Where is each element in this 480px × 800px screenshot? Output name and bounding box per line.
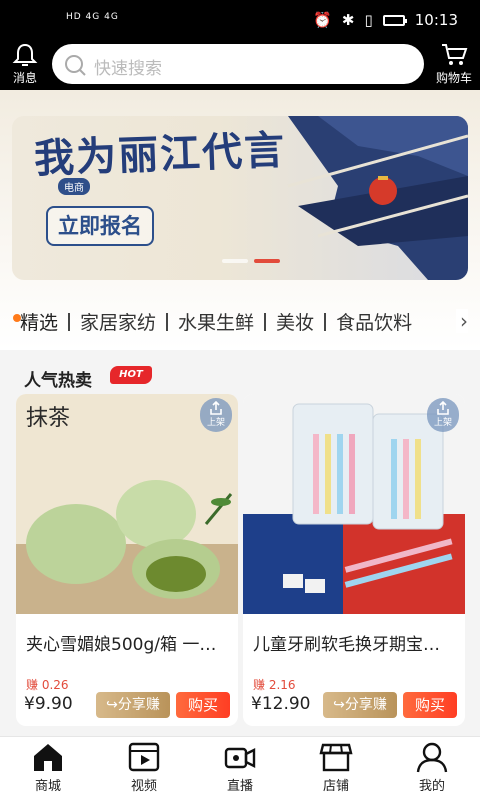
share-earn-button[interactable]: ↪分享赚 xyxy=(323,692,397,718)
product-name[interactable]: 夹心雪媚娘500g/箱 一… xyxy=(26,630,230,655)
share-label: 分享赚 xyxy=(117,697,160,713)
nav-live-label: 直播 xyxy=(226,778,253,793)
product-earn: 赚 0.26 xyxy=(26,678,69,692)
nav-store-label: 店铺 xyxy=(322,778,349,793)
upload-icon xyxy=(210,401,222,415)
home-icon xyxy=(34,744,62,771)
signup-button[interactable]: 立即报名 xyxy=(46,206,154,246)
hot-badge: HOT xyxy=(110,366,152,384)
cart-button[interactable]: 购物车 xyxy=(428,40,480,90)
nav-mine[interactable]: 我的 xyxy=(384,741,480,799)
bottom-nav: 商城 视频 直播 店铺 我的 xyxy=(0,736,480,800)
tab-fresh-fruit[interactable]: 水果生鲜 xyxy=(168,308,264,335)
product-price: ¥12.90 xyxy=(251,694,311,714)
vibrate-icon: ▯ xyxy=(364,11,373,29)
share-icon: ↪ xyxy=(106,697,118,713)
alarm-icon: ⏰ xyxy=(313,11,332,29)
category-tabs: 精选 家居家纺 水果生鲜 美妆 食品饮料 › xyxy=(0,296,480,350)
nav-mall[interactable]: 商城 xyxy=(0,741,96,799)
nav-video[interactable]: 视频 xyxy=(96,741,192,799)
nav-live[interactable]: 直播 xyxy=(192,741,288,799)
video-icon xyxy=(128,742,160,772)
shelf-label: 上架 xyxy=(206,418,225,428)
store-icon xyxy=(319,743,353,772)
nav-mine-label: 我的 xyxy=(418,778,445,793)
promo-banner[interactable]: 我为丽江代言 电商 立即报名 xyxy=(12,116,468,280)
carousel-dot xyxy=(222,259,248,263)
search-box[interactable]: 快速搜索 xyxy=(52,44,424,84)
cart-icon xyxy=(442,44,468,65)
share-earn-button[interactable]: ↪分享赚 xyxy=(96,692,170,718)
share-icon: ↪ xyxy=(333,697,345,713)
bluetooth-icon: ✱ xyxy=(341,11,355,29)
section-title: 人气热卖 xyxy=(24,371,92,391)
product-earn: 赚 2.16 xyxy=(253,678,296,692)
search-placeholder: 快速搜索 xyxy=(94,59,162,79)
product-image[interactable]: 上架 xyxy=(243,394,465,614)
user-icon xyxy=(416,742,448,773)
carousel-dot-active xyxy=(254,259,280,263)
bell-icon xyxy=(12,43,38,66)
product-card[interactable]: 抹茶 上架 夹心雪媚娘500g/箱 一… 赚 0.26 ¥9.90 ↪分享赚 购… xyxy=(16,394,238,726)
share-label: 分享赚 xyxy=(344,697,387,713)
tab-featured[interactable]: 精选 xyxy=(10,308,68,335)
tab-home-textiles[interactable]: 家居家纺 xyxy=(70,308,166,335)
network-indicators: HD 4G 4G xyxy=(66,12,119,22)
image-caption: 抹茶 xyxy=(26,406,71,431)
camera-icon xyxy=(224,747,256,769)
shelf-button[interactable]: 上架 xyxy=(427,398,459,432)
upload-icon xyxy=(437,401,449,415)
buy-button[interactable]: 购买 xyxy=(176,692,230,718)
nav-video-label: 视频 xyxy=(130,778,157,793)
message-button[interactable]: 消息 xyxy=(0,40,50,90)
product-image[interactable]: 抹茶 上架 xyxy=(16,394,238,614)
product-price: ¥9.90 xyxy=(24,694,73,714)
carousel-indicator xyxy=(222,259,280,263)
nav-store[interactable]: 店铺 xyxy=(288,741,384,799)
nav-mall-label: 商城 xyxy=(34,778,61,793)
product-name[interactable]: 儿童牙刷软毛换牙期宝… xyxy=(253,630,457,655)
clock: 10:13 xyxy=(414,11,458,29)
product-card[interactable]: 上架 儿童牙刷软毛换牙期宝… 赚 2.16 ¥12.90 ↪分享赚 购买 xyxy=(243,394,465,726)
cart-label: 购物车 xyxy=(435,71,472,85)
banner-tag: 电商 xyxy=(58,178,90,195)
chevron-right-icon[interactable]: › xyxy=(456,309,468,333)
buy-button[interactable]: 购买 xyxy=(403,692,457,718)
banner-title: 我为丽江代言 xyxy=(33,126,287,183)
shelf-button[interactable]: 上架 xyxy=(200,398,232,432)
message-label: 消息 xyxy=(12,71,37,85)
shelf-label: 上架 xyxy=(433,418,452,428)
tab-food-drinks[interactable]: 食品饮料 xyxy=(326,308,422,335)
search-icon xyxy=(65,55,86,76)
status-bar: HD 4G 4G ⏰ ✱ ▯ 10:13 xyxy=(0,0,480,40)
battery-icon xyxy=(382,14,407,26)
tab-beauty[interactable]: 美妆 xyxy=(266,308,324,335)
header: 消息 快速搜索 购物车 xyxy=(0,40,480,90)
